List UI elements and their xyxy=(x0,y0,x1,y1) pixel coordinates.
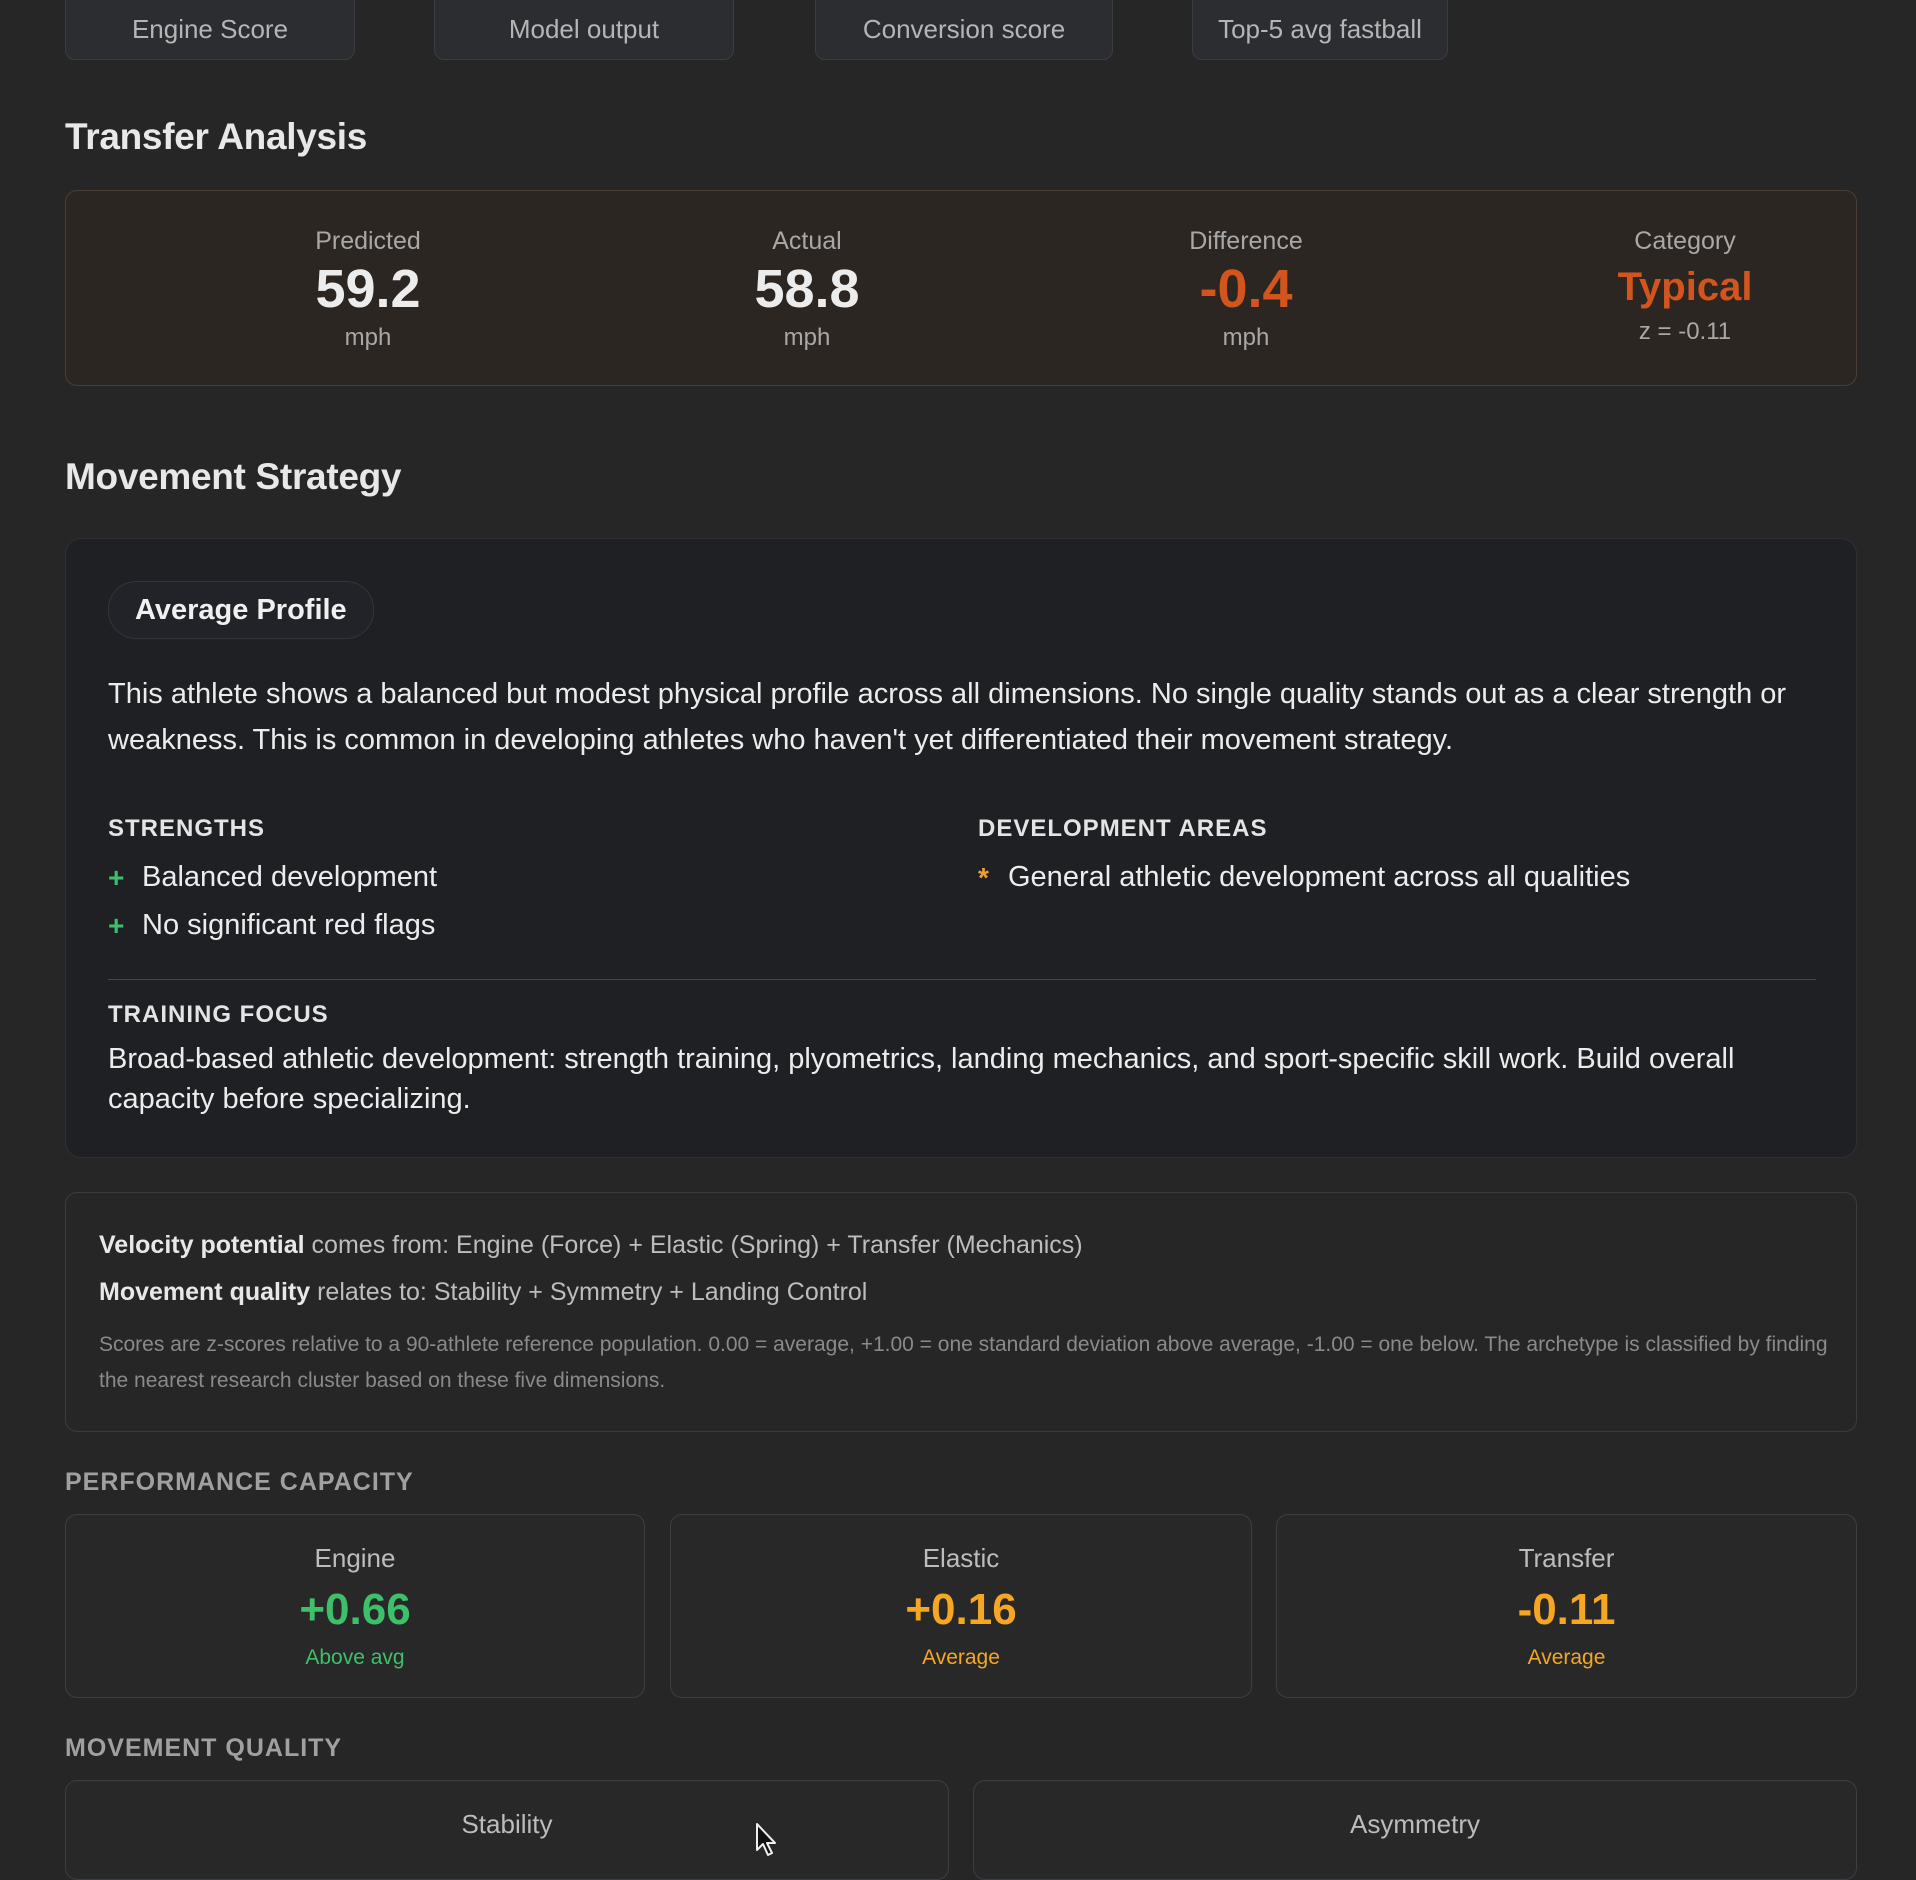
archetype-badge: Average Profile xyxy=(108,581,374,639)
training-focus-heading: TRAINING FOCUS xyxy=(108,1001,329,1028)
plus-icon: + xyxy=(108,861,125,893)
summary-card-top5-fastball: Top-5 avg fastball xyxy=(1192,0,1448,60)
transfer-label: Transfer xyxy=(1518,1543,1615,1573)
summary-cards-row: Engine Score Model output Conversion sco… xyxy=(65,0,1857,60)
velocity-potential-text: comes from: Engine (Force) + Elastic (Sp… xyxy=(304,1231,1083,1259)
engine-value: +0.66 xyxy=(299,1585,411,1634)
predicted-label: Predicted xyxy=(315,227,421,255)
actual-value: 58.8 xyxy=(754,259,860,319)
elastic-value: +0.16 xyxy=(905,1585,1017,1634)
predicted-stat: Predicted 59.2 mph xyxy=(148,191,588,352)
difference-value: -0.4 xyxy=(1199,259,1293,319)
actual-unit: mph xyxy=(783,324,831,351)
plus-icon: + xyxy=(108,909,125,941)
summary-card-label: Model output xyxy=(508,14,660,44)
z-score-note: Scores are z-scores relative to a 90-ath… xyxy=(99,1333,1828,1392)
movement-quality-line: Movement quality relates to: Stability +… xyxy=(99,1278,867,1307)
category-z-score: z = -0.11 xyxy=(1638,318,1732,345)
strength-item-text: Balanced development xyxy=(142,861,438,893)
development-areas-heading: DEVELOPMENT AREAS xyxy=(978,815,1268,842)
strengths-heading: STRENGTHS xyxy=(108,815,266,842)
mouse-cursor-icon xyxy=(756,1823,776,1856)
difference-unit: mph xyxy=(1222,324,1270,351)
transfer-analysis-heading: Transfer Analysis xyxy=(65,116,368,157)
stability-label: Stability xyxy=(461,1809,553,1839)
development-area-item: * General athletic development across al… xyxy=(978,861,1630,894)
archetype-description: This athlete shows a balanced but modest… xyxy=(108,678,1787,756)
movement-quality-heading: MOVEMENT QUALITY xyxy=(65,1734,343,1762)
transfer-score-card: Transfer -0.11 Average xyxy=(1276,1514,1857,1698)
strength-item: + Balanced development xyxy=(108,861,437,894)
actual-label: Actual xyxy=(772,227,842,255)
velocity-potential-line: Velocity potential comes from: Engine (F… xyxy=(99,1231,1083,1260)
stability-card: Stability xyxy=(65,1780,949,1880)
difference-label: Difference xyxy=(1189,227,1303,255)
summary-card-label: Conversion score xyxy=(862,14,1066,44)
asterisk-icon: * xyxy=(978,861,989,893)
engine-label: Engine xyxy=(314,1543,396,1573)
movement-quality-text: relates to: Stability + Symmetry + Landi… xyxy=(310,1278,868,1306)
engine-score-card: Engine +0.66 Above avg xyxy=(65,1514,645,1698)
movement-strategy-panel: Average Profile This athlete shows a bal… xyxy=(65,538,1857,1158)
difference-stat: Difference -0.4 mph xyxy=(1026,191,1466,352)
actual-stat: Actual 58.8 mph xyxy=(587,191,1027,352)
movement-strategy-heading: Movement Strategy xyxy=(65,456,402,497)
predicted-unit: mph xyxy=(344,324,392,351)
summary-card-model-output: Model output xyxy=(434,0,734,60)
asymmetry-label: Asymmetry xyxy=(1350,1809,1480,1839)
velocity-potential-label: Velocity potential xyxy=(99,1231,305,1259)
elastic-label: Elastic xyxy=(922,1543,1000,1573)
summary-card-engine-score: Engine Score xyxy=(65,0,355,60)
category-label: Category xyxy=(1634,227,1736,255)
asymmetry-card: Asymmetry xyxy=(973,1780,1857,1880)
transfer-analysis-panel: Predicted 59.2 mph Actual 58.8 mph Diffe… xyxy=(65,190,1857,386)
transfer-rating: Average xyxy=(1527,1646,1606,1669)
predicted-value: 59.2 xyxy=(315,259,421,319)
summary-card-label: Engine Score xyxy=(131,14,289,44)
summary-card-label: Top-5 avg fastball xyxy=(1218,14,1422,44)
category-value: Typical xyxy=(1617,265,1753,309)
strength-item-text: No significant red flags xyxy=(142,909,436,941)
transfer-value: -0.11 xyxy=(1517,1585,1616,1634)
performance-capacity-heading: PERFORMANCE CAPACITY xyxy=(65,1468,414,1496)
elastic-rating: Average xyxy=(922,1646,1000,1669)
training-focus-text: Broad-based athletic development: streng… xyxy=(108,1043,1735,1115)
development-area-text: General athletic development across all … xyxy=(1008,861,1631,893)
movement-quality-label: Movement quality xyxy=(99,1278,311,1306)
strength-item: + No significant red flags xyxy=(108,909,435,942)
score-explanation-panel: Velocity potential comes from: Engine (F… xyxy=(65,1192,1857,1432)
elastic-score-card: Elastic +0.16 Average xyxy=(670,1514,1252,1698)
summary-card-conversion-score: Conversion score xyxy=(815,0,1113,60)
category-stat: Category Typical z = -0.11 xyxy=(1465,191,1905,346)
section-divider xyxy=(108,979,1816,980)
engine-rating: Above avg xyxy=(305,1646,405,1669)
